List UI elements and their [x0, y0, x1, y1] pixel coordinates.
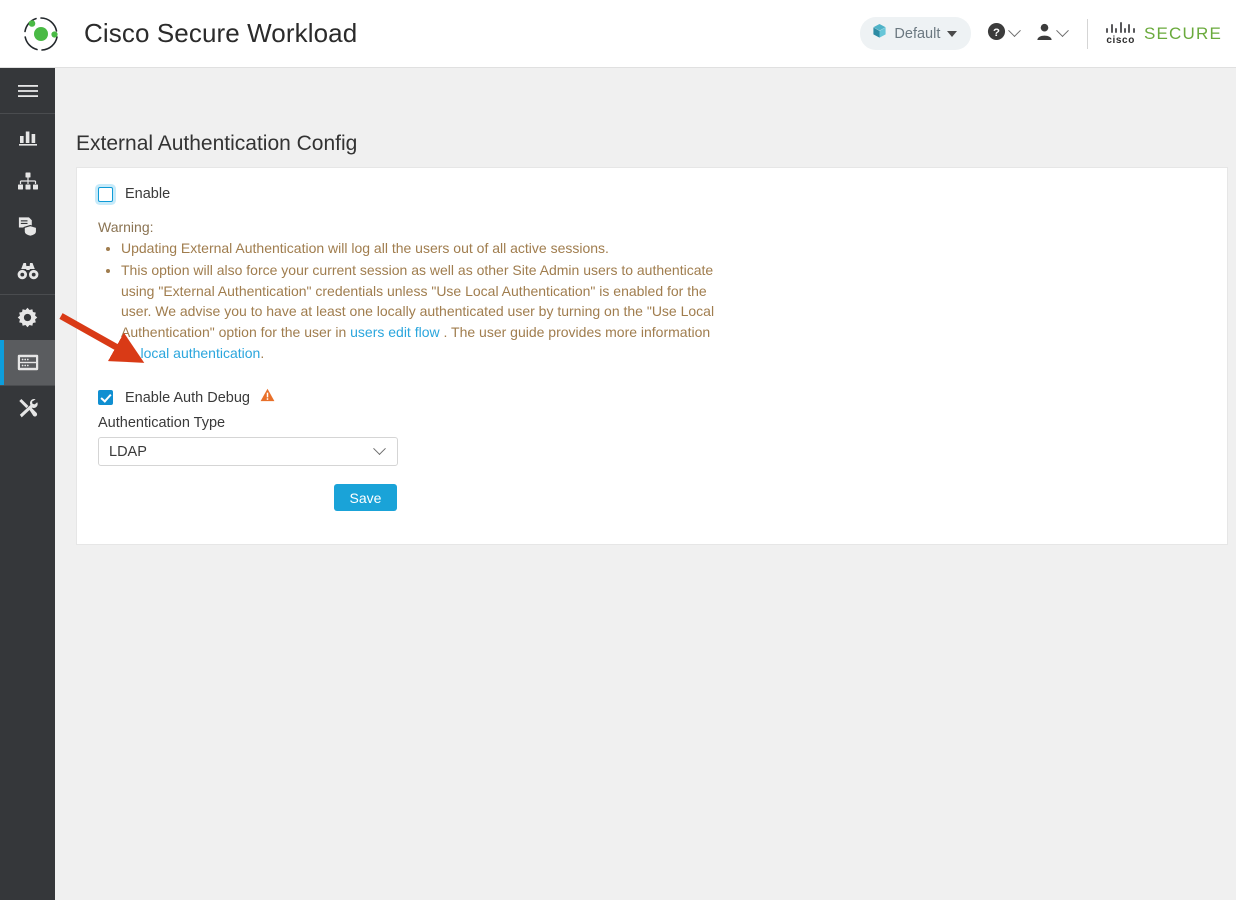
chevron-down-icon: [373, 442, 386, 456]
cisco-secure-logo: cisco SECURE: [1106, 21, 1222, 46]
enable-row: Enable: [98, 186, 170, 202]
app-header: Cisco Secure Workload Default ? cisco SE…: [0, 0, 1236, 68]
warning-text: Updating External Authentication will lo…: [121, 240, 609, 256]
help-circle-icon: ?: [987, 22, 1006, 46]
hammer-wrench-icon: [17, 398, 38, 419]
sidebar-item-platform[interactable]: [0, 340, 55, 385]
sidebar-item-defend[interactable]: [0, 204, 55, 249]
authentication-type-select[interactable]: LDAP: [98, 437, 398, 466]
enable-label: Enable: [125, 186, 171, 202]
page-title: External Authentication Config: [76, 132, 358, 155]
warning-list: Updating External Authentication will lo…: [98, 238, 718, 365]
bar-chart-icon: [18, 127, 38, 146]
user-menu[interactable]: [1035, 22, 1070, 46]
save-button[interactable]: Save: [334, 484, 397, 511]
left-sidebar: [0, 68, 55, 900]
orbit-logo-icon: [20, 13, 62, 55]
users-edit-flow-link[interactable]: users edit flow: [350, 324, 439, 340]
chevron-down-icon: [1056, 24, 1070, 38]
gear-icon: [17, 307, 38, 328]
sidebar-item-menu-toggle[interactable]: [0, 68, 55, 113]
caret-down-icon: [947, 30, 958, 37]
auth-debug-label: Enable Auth Debug: [125, 389, 250, 406]
external-auth-config-card: Enable Warning: Updating External Authen…: [76, 167, 1228, 545]
warning-triangle-icon: [260, 388, 275, 407]
document-shield-icon: [17, 216, 38, 237]
chevron-down-icon: [1008, 24, 1022, 38]
sidebar-item-organize[interactable]: [0, 159, 55, 204]
hamburger-menu-icon: [17, 84, 38, 98]
sidebar-item-manage[interactable]: [0, 295, 55, 340]
scope-selector[interactable]: Default: [860, 17, 972, 50]
cube-icon: [872, 23, 887, 44]
help-menu[interactable]: ?: [987, 22, 1022, 46]
svg-text:?: ?: [993, 26, 1000, 38]
authentication-type-label: Authentication Type: [98, 415, 226, 431]
auth-debug-row: Enable Auth Debug: [98, 388, 275, 407]
user-silhouette-icon: [1035, 22, 1054, 46]
brand: Cisco Secure Workload: [0, 13, 357, 55]
auth-debug-checkbox[interactable]: [98, 390, 113, 405]
enable-checkbox[interactable]: [98, 186, 113, 202]
binoculars-icon: [17, 262, 39, 281]
sidebar-item-tools[interactable]: [0, 386, 55, 431]
header-actions: Default ? cisco SECURE: [860, 17, 1236, 50]
secure-wordmark: SECURE: [1143, 23, 1222, 43]
warning-bullet-1: Updating External Authentication will lo…: [121, 238, 718, 259]
sidebar-item-overview[interactable]: [0, 114, 55, 159]
header-divider: [1087, 18, 1089, 49]
sidebar-item-investigate[interactable]: [0, 249, 55, 294]
scope-label: Default: [894, 25, 941, 42]
hierarchy-cubes-icon: [17, 172, 39, 192]
warning-text: .: [260, 344, 265, 361]
cisco-bars-icon: cisco: [1106, 21, 1135, 46]
main-content: External Authentication Config Enable Wa…: [55, 68, 1236, 900]
warning-bullet-2: This option will also force your current…: [121, 260, 718, 364]
local-authentication-link[interactable]: local authentication: [140, 345, 260, 361]
authentication-type-value: LDAP: [109, 443, 147, 460]
app-title: Cisco Secure Workload: [84, 18, 358, 48]
server-rack-icon: [17, 354, 39, 371]
cisco-wordmark: cisco: [1106, 34, 1135, 46]
warning-heading: Warning:: [98, 219, 154, 235]
